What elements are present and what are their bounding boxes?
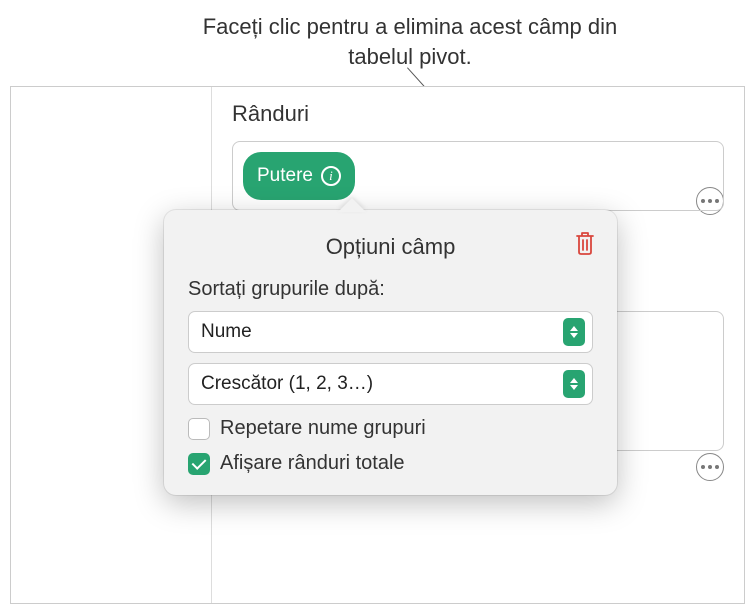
show-totals-checkbox[interactable] [188,453,210,475]
field-pill-putere[interactable]: Putere i [243,152,355,200]
show-totals-label: Afișare rânduri totale [220,452,405,475]
sort-groups-label: Sortați grupurile după: [188,278,593,301]
sort-order-value: Crescător (1, 2, 3…) [201,373,563,395]
delete-field-button[interactable] [573,230,597,261]
repeat-groups-checkbox[interactable] [188,418,210,440]
trash-icon [573,230,597,256]
sort-order-select[interactable]: Crescător (1, 2, 3…) [188,363,593,405]
sort-by-select[interactable]: Nume [188,311,593,353]
repeat-groups-checkbox-row[interactable]: Repetare nume grupuri [188,417,593,440]
info-icon[interactable]: i [321,166,341,186]
show-totals-checkbox-row[interactable]: Afișare rânduri totale [188,452,593,475]
rows-drop-well[interactable]: Putere i [232,141,724,211]
field-pill-label: Putere [257,165,313,187]
callout-annotation: Faceți clic pentru a elimina acest câmp … [180,12,640,71]
sort-by-value: Nume [201,321,563,343]
dropdown-stepper-icon [563,370,585,398]
repeat-groups-label: Repetare nume grupuri [220,417,426,440]
rows-section-title: Rânduri [232,101,724,127]
dropdown-stepper-icon [563,318,585,346]
field-options-popover: Opțiuni câmp Sortați grupurile după: Num… [164,210,617,495]
popover-title: Opțiuni câmp [188,234,593,260]
